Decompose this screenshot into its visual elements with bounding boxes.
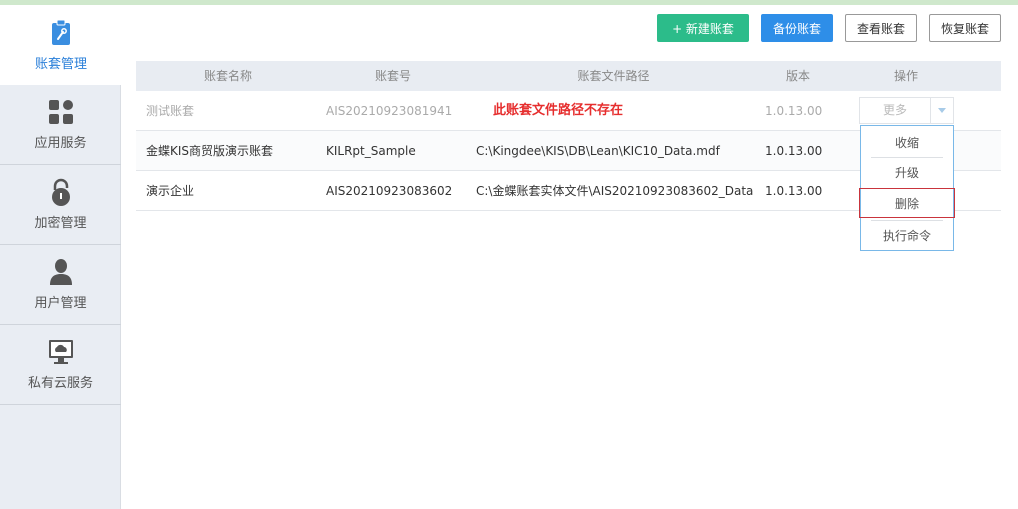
user-icon (48, 258, 74, 286)
menu-item-collapse[interactable]: 收缩 (861, 128, 953, 158)
column-header-name: 账套名称 (203, 69, 252, 83)
sidebar-item-label: 加密管理 (34, 216, 87, 231)
view-account-set-button[interactable]: 查看账套 (845, 14, 917, 42)
menu-item-execute-command[interactable]: 执行命令 (861, 221, 953, 251)
new-account-set-button[interactable]: + 新建账套 (657, 14, 749, 42)
row-id: KILRpt_Sample (326, 144, 416, 158)
sidebar-item-user-management[interactable]: 用户管理 (0, 245, 121, 325)
row-name: 金蝶KIS商贸版演示账套 (146, 144, 274, 158)
sidebar-item-label: 私有云服务 (27, 376, 93, 391)
row-id: AIS20210923083602 (326, 184, 453, 198)
row-path: C:\金蝶账套实体文件\AIS20210923083602_Data.mdf (476, 184, 754, 198)
chevron-down-icon[interactable] (930, 98, 953, 123)
apps-grid-icon (48, 98, 74, 126)
column-header-version: 版本 (785, 69, 810, 83)
row-name: 演示企业 (146, 184, 195, 198)
sidebar-item-label: 用户管理 (34, 296, 87, 311)
sidebar-item-account-management[interactable]: 账套管理 (0, 5, 122, 85)
cloud-monitor-icon (48, 338, 74, 366)
row-name: 测试账套 (146, 104, 195, 118)
row-version: 1.0.13.00 (765, 104, 823, 118)
more-actions-label: 更多 (882, 103, 907, 117)
table-header: 账套名称 账套号 账套文件路径 版本 操作 (136, 61, 1001, 91)
path-missing-warning: 此账套文件路径不存在 (493, 103, 624, 118)
menu-item-upgrade[interactable]: 升级 (861, 158, 953, 188)
clipboard-wrench-icon (48, 19, 74, 47)
sidebar: 账套管理 应用服务 加密管理 用户管理 私有云服务 (0, 5, 122, 509)
restore-account-set-button[interactable]: 恢复账套 (929, 14, 1001, 42)
row-version: 1.0.13.00 (765, 184, 823, 198)
column-header-action: 操作 (893, 69, 918, 83)
backup-account-set-button[interactable]: 备份账套 (761, 14, 833, 42)
more-actions-button[interactable]: 更多 (859, 97, 954, 124)
sidebar-item-app-services[interactable]: 应用服务 (0, 85, 121, 165)
top-accent-bar (0, 0, 1018, 5)
row-version: 1.0.13.00 (765, 144, 823, 158)
row-path: C:\Kingdee\KIS\DB\Lean\KIC10_Data.mdf (476, 144, 720, 158)
sidebar-item-label: 账套管理 (34, 56, 87, 72)
menu-item-delete[interactable]: 删除 (859, 188, 955, 218)
column-header-id: 账套号 (374, 69, 411, 83)
row-id: AIS20210923081941 (326, 104, 453, 118)
column-header-path: 账套文件路径 (577, 69, 650, 83)
sidebar-item-encryption[interactable]: 加密管理 (0, 165, 121, 245)
sidebar-item-label: 应用服务 (34, 136, 87, 151)
more-actions-dropdown: 收缩 升级 删除 执行命令 (859, 125, 955, 251)
sidebar-item-private-cloud[interactable]: 私有云服务 (0, 325, 121, 405)
lock-icon (48, 178, 74, 206)
